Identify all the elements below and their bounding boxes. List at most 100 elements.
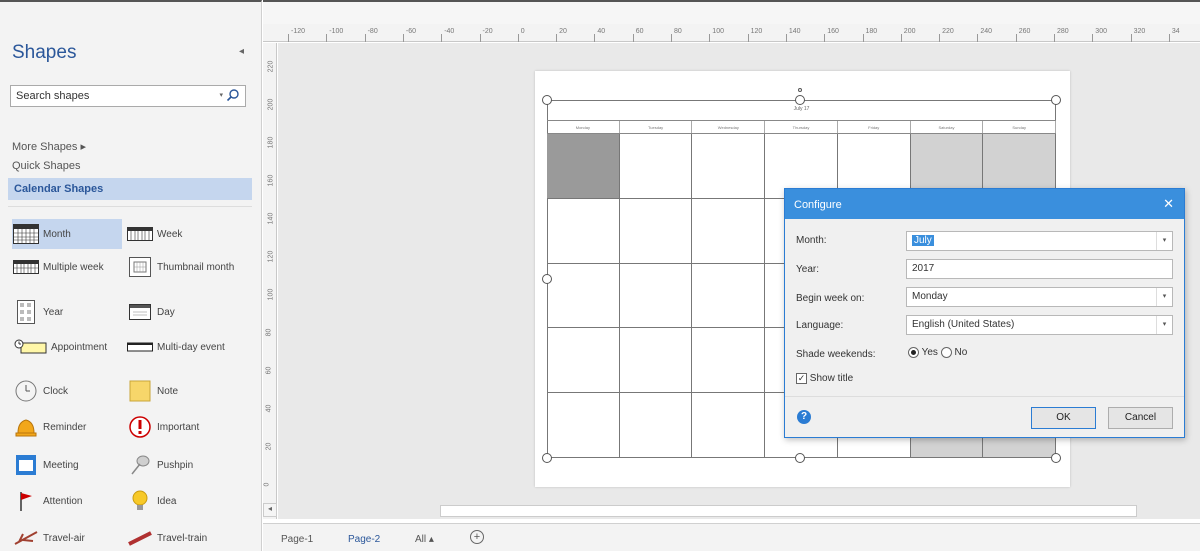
ruler-tick-label: 100	[712, 28, 724, 35]
ruler-tick-label: 160	[827, 28, 839, 35]
show-title-checkbox[interactable]: ✓	[796, 373, 807, 384]
ruler-tick-label: 160	[267, 174, 275, 187]
selection-handle[interactable]	[795, 453, 805, 463]
collapse-pane-icon[interactable]: ◂	[239, 46, 244, 57]
selection-handle[interactable]	[795, 95, 805, 105]
selection-handle[interactable]	[542, 274, 552, 284]
ruler-tick	[594, 34, 596, 42]
shape-year[interactable]: Year	[12, 297, 122, 327]
shade-no-label[interactable]: No	[955, 347, 968, 358]
calendar-weekday: Wednesday	[692, 121, 766, 133]
ruler-tick	[824, 34, 826, 42]
shape-pushpin[interactable]: Pushpin	[126, 450, 236, 480]
horizontal-scrollbar[interactable]	[440, 505, 1137, 517]
shape-idea[interactable]: Idea	[126, 486, 236, 516]
selection-handle[interactable]	[1051, 453, 1061, 463]
calendar-shapes-link[interactable]: Calendar Shapes	[8, 178, 252, 200]
shade-yes-label[interactable]: Yes	[922, 347, 938, 358]
year-label: Year:	[796, 264, 819, 275]
shape-travel-train[interactable]: Travel-train	[126, 523, 236, 551]
dialog-separator	[785, 396, 1184, 397]
ruler-tick-label: 20	[265, 442, 273, 451]
chevron-down-icon[interactable]: ▾	[1156, 232, 1172, 250]
calendar-day-cell	[547, 393, 620, 458]
shape-note[interactable]: Note	[126, 376, 236, 406]
shape-reminder[interactable]: Reminder	[12, 412, 122, 442]
shape-month[interactable]: Month	[12, 219, 122, 249]
ruler-tick-label: 200	[267, 98, 275, 111]
shape-clock[interactable]: Clock	[12, 376, 122, 406]
begin-week-select[interactable]: Monday ▾	[906, 287, 1173, 307]
selection-handle[interactable]	[542, 95, 552, 105]
shape-label: Travel-train	[157, 532, 208, 544]
shape-day[interactable]: Day	[126, 297, 236, 327]
add-page-icon[interactable]: +	[470, 530, 484, 544]
important-icon	[126, 414, 154, 440]
shape-thumbnail-month[interactable]: Thumbnail month	[126, 252, 236, 282]
begin-week-value: Monday	[912, 291, 948, 302]
shade-weekends-options: Yes No	[908, 347, 967, 358]
selection-handle[interactable]	[1051, 95, 1061, 105]
calendar-day-cell	[692, 393, 766, 458]
quick-shapes-link[interactable]: Quick Shapes	[12, 160, 80, 172]
calendar-weekday: Tuesday	[620, 121, 693, 133]
ruler-tick	[862, 34, 864, 42]
week-icon	[126, 221, 154, 247]
ruler-tick	[402, 34, 404, 42]
dialog-title-bar: Configure ✕	[785, 189, 1184, 219]
ruler-tick	[632, 34, 634, 42]
ruler-tick-label: -20	[482, 28, 493, 35]
calendar-day-cell	[692, 328, 766, 394]
ruler-tick	[364, 34, 366, 42]
shape-label: Thumbnail month	[157, 261, 235, 273]
show-title-label: Show title	[809, 373, 854, 385]
calendar-day-cell	[547, 328, 620, 394]
cancel-button[interactable]: Cancel	[1108, 407, 1173, 429]
shape-week[interactable]: Week	[126, 219, 236, 249]
shade-no-radio[interactable]	[940, 347, 952, 358]
chevron-down-icon[interactable]: ▾	[1156, 316, 1172, 334]
pushpin-icon	[126, 452, 154, 478]
search-dropdown-icon[interactable]: ▾	[219, 91, 223, 99]
shape-important[interactable]: Important	[126, 412, 236, 442]
more-shapes-link[interactable]: More Shapes ▸	[12, 140, 86, 153]
ruler-tick-label: -40	[444, 28, 455, 35]
shade-yes-radio[interactable]	[908, 347, 919, 358]
attention-icon	[12, 488, 40, 514]
year-field[interactable]: 2017	[906, 259, 1173, 279]
shape-attention[interactable]: Attention	[12, 486, 122, 516]
shape-travel-air[interactable]: Travel-air	[12, 523, 122, 551]
shape-appointment[interactable]: Appointment	[12, 332, 124, 362]
rotation-handle[interactable]	[798, 88, 802, 92]
more-shapes-label: More Shapes	[12, 141, 78, 153]
language-value: English (United States)	[912, 319, 1015, 330]
show-title-option[interactable]: ✓ Show title	[796, 373, 853, 384]
help-icon[interactable]: ?	[797, 410, 811, 424]
calendar-day-cell	[619, 393, 693, 458]
ruler-tick	[977, 34, 979, 42]
month-select[interactable]: July ▾	[906, 231, 1173, 251]
year-value: 2017	[912, 263, 935, 274]
ruler-tick-label: 60	[265, 366, 273, 375]
ok-button[interactable]: OK	[1031, 407, 1096, 429]
search-icon[interactable]	[226, 88, 240, 102]
ruler-tick-label: 80	[265, 328, 273, 337]
scroll-left-button[interactable]: ◂	[263, 503, 277, 517]
all-pages-button[interactable]: All ▴	[415, 534, 434, 545]
tab-page-1[interactable]: Page-1	[281, 534, 313, 545]
close-icon[interactable]: ✕	[1163, 196, 1174, 212]
ruler-tick-label: 180	[267, 136, 275, 149]
calendar-shapes-label: Calendar Shapes	[14, 183, 104, 195]
thumbnail-month-icon	[126, 254, 154, 280]
search-shapes-input[interactable]: Search shapes ▾	[10, 85, 246, 107]
shape-meeting[interactable]: Meeting	[12, 450, 122, 480]
selection-handle[interactable]	[542, 453, 552, 463]
language-select[interactable]: English (United States) ▾	[906, 315, 1173, 335]
shape-multi-day-event[interactable]: Multi-day event	[126, 332, 236, 362]
tab-page-2[interactable]: Page-2	[348, 534, 380, 545]
chevron-down-icon[interactable]: ▾	[1156, 288, 1172, 306]
shape-multiple-week[interactable]: Multiple week	[12, 252, 122, 282]
ruler-tick	[709, 34, 711, 42]
shape-label: Reminder	[43, 421, 87, 433]
clock-icon	[12, 378, 40, 404]
